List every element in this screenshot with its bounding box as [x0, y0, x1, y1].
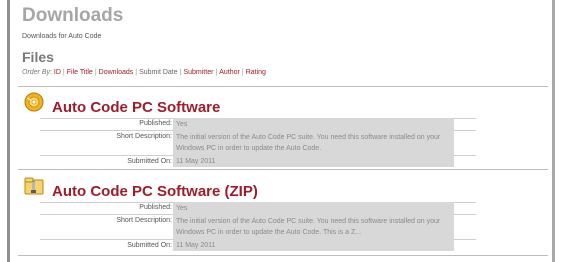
software-cd-icon[interactable]: [23, 91, 45, 113]
order-by-label: Order By: [22, 69, 51, 76]
page-title: Downloads: [22, 5, 124, 26]
published-label: Published:: [139, 204, 172, 211]
divider: [18, 86, 548, 87]
submitted-on-label: Submitted On:: [127, 242, 172, 249]
order-by-rating-link[interactable]: Rating: [246, 69, 266, 76]
page-left-border: [7, 0, 10, 262]
section-title: Files: [22, 49, 54, 65]
order-by-id-link[interactable]: ID: [54, 69, 61, 76]
page-subtitle: Downloads for Auto Code: [22, 33, 102, 40]
separator: |: [241, 69, 244, 76]
divider: [18, 169, 548, 170]
zip-archive-icon[interactable]: [23, 175, 45, 197]
submitted-on-label: Submitted On:: [127, 158, 172, 165]
published-value: Yes: [173, 118, 454, 130]
published-value: Yes: [173, 202, 454, 214]
page-right-border: [552, 0, 555, 262]
divider: [18, 255, 548, 256]
file-title-link[interactable]: Auto Code PC Software (ZIP): [52, 183, 258, 200]
short-description-label: Short Description:: [116, 133, 172, 140]
order-by-author-link[interactable]: Author: [219, 69, 240, 76]
separator: |: [135, 69, 138, 76]
order-by-submitter-link[interactable]: Submitter: [183, 69, 213, 76]
submitted-on-value: 11 May 2011: [173, 239, 454, 251]
separator: |: [62, 69, 65, 76]
order-by-downloads-link[interactable]: Downloads: [99, 69, 134, 76]
published-label: Published:: [139, 120, 172, 127]
submitted-on-value: 11 May 2011: [173, 155, 454, 167]
order-by-submit-date: Submit Date: [139, 69, 178, 76]
short-description-value: The initial version of the Auto Code PC …: [173, 214, 454, 239]
order-by-bar: Order By: ID | File Title | Downloads | Submit…: [22, 69, 266, 76]
short-description-label: Short Description:: [116, 217, 172, 224]
separator: |: [215, 69, 218, 76]
short-description-value: The initial version of the Auto Code PC …: [173, 130, 454, 155]
separator: |: [94, 69, 97, 76]
order-by-file-title-link[interactable]: File Title: [67, 69, 93, 76]
file-title-link[interactable]: Auto Code PC Software: [52, 99, 220, 116]
separator: |: [179, 69, 182, 76]
